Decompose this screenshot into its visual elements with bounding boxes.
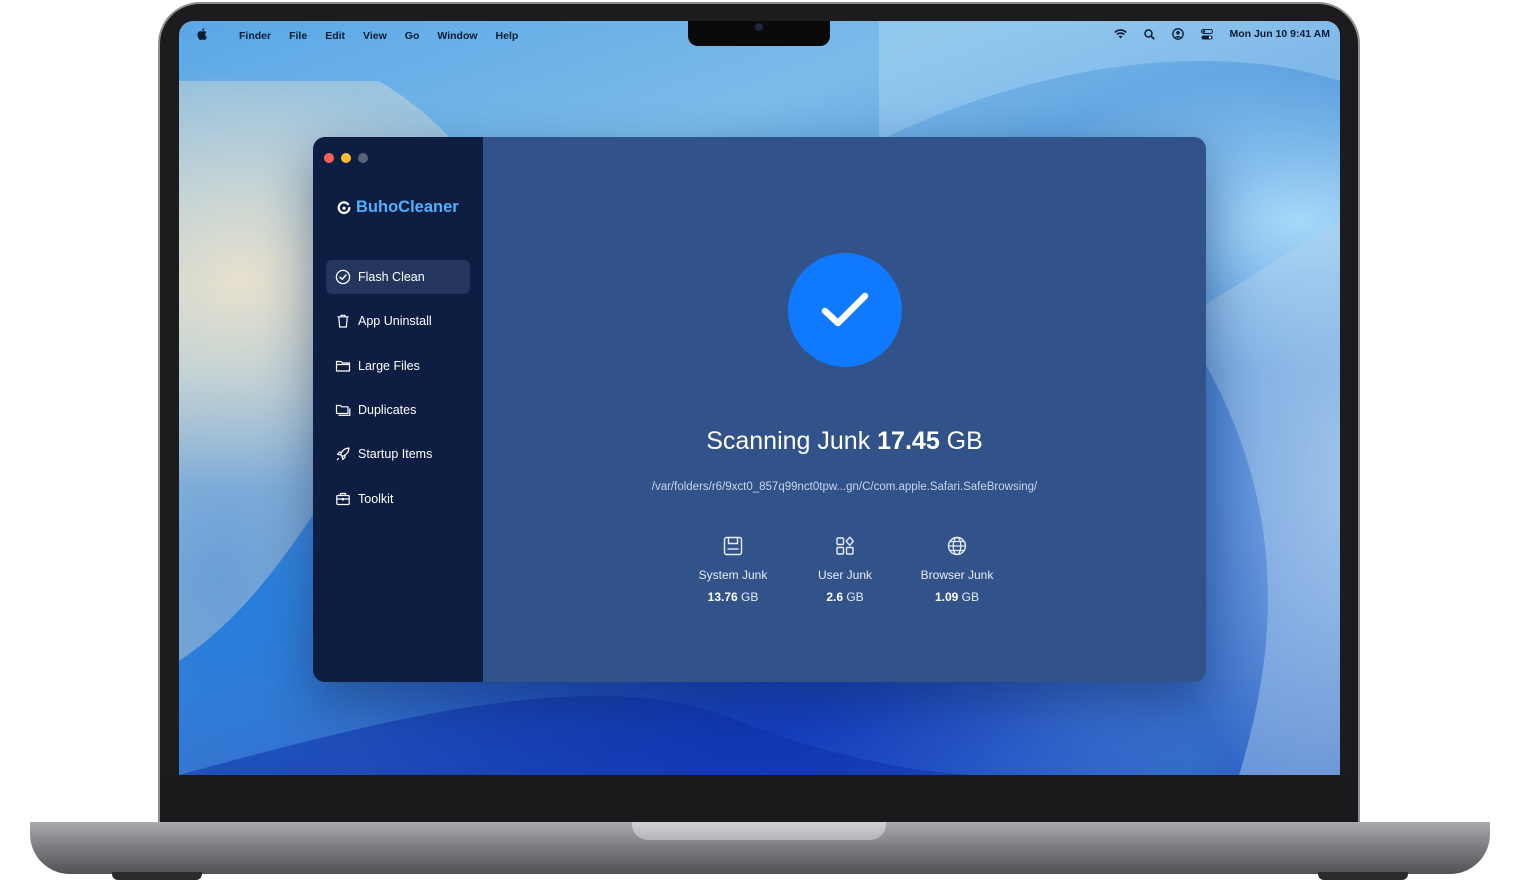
stat-unit: GB xyxy=(961,590,980,604)
menu-finder[interactable]: Finder xyxy=(239,30,271,42)
checkmark-icon xyxy=(821,292,869,327)
sidebar-item-flash-clean[interactable]: Flash Clean xyxy=(326,260,470,294)
scan-current-path: /var/folders/r6/9xct0_857q99nct0tpw...gn… xyxy=(651,481,1038,493)
menu-go[interactable]: Go xyxy=(405,30,420,42)
stat-label: System Junk xyxy=(698,568,768,582)
apps-grid-icon xyxy=(836,536,854,555)
stat-unit: GB xyxy=(741,590,759,604)
app-brand-name: BuhoCleaner xyxy=(356,198,459,216)
scan-total-unit: GB xyxy=(946,427,983,455)
sidebar: BuhoCleaner Flash Clean App Uninstall La… xyxy=(313,137,483,682)
menu-view[interactable]: View xyxy=(363,30,387,42)
sidebar-item-label: App Uninstall xyxy=(358,314,432,328)
laptop-foot-left xyxy=(112,872,202,880)
check-circle-icon xyxy=(335,269,351,285)
main-panel: Scanning Junk 17.45 GB /var/folders/r6/9… xyxy=(483,137,1206,682)
sidebar-item-startup-items[interactable]: Startup Items xyxy=(326,437,470,471)
sidebar-item-label: Toolkit xyxy=(358,492,394,506)
stat-number: 1.09 xyxy=(934,590,959,604)
laptop-foot-right xyxy=(1318,872,1408,880)
spotlight-search-icon[interactable] xyxy=(1144,28,1156,40)
buho-logo-icon xyxy=(337,200,351,214)
globe-icon xyxy=(947,536,967,556)
apple-menu[interactable] xyxy=(197,28,207,43)
sidebar-item-label: Startup Items xyxy=(358,447,433,461)
menu-edit[interactable]: Edit xyxy=(325,30,345,42)
stat-label: Browser Junk xyxy=(920,568,994,582)
stat-value: 1.09 GB xyxy=(901,590,1013,604)
app-brand: BuhoCleaner xyxy=(337,198,459,217)
stat-system-junk: System Junk 13.76 GB xyxy=(677,535,789,604)
sidebar-item-toolkit[interactable]: Toolkit xyxy=(326,482,470,516)
minimize-window-button[interactable] xyxy=(341,153,351,163)
stat-value: 2.6 GB xyxy=(789,590,901,604)
stat-number: 13.76 xyxy=(707,590,738,604)
scan-complete-badge xyxy=(788,253,902,367)
sidebar-item-app-uninstall[interactable]: App Uninstall xyxy=(326,304,470,338)
wifi-icon[interactable] xyxy=(1114,29,1128,39)
scan-status-title: Scanning Junk 17.45 GB xyxy=(483,427,1206,456)
stat-unit: GB xyxy=(846,590,864,604)
sidebar-item-duplicates[interactable]: Duplicates xyxy=(326,393,470,427)
sidebar-item-label: Flash Clean xyxy=(358,270,425,284)
sidebar-item-large-files[interactable]: Large Files xyxy=(326,349,470,383)
close-window-button[interactable] xyxy=(324,153,334,163)
laptop-chin xyxy=(160,775,1358,823)
control-center-icon[interactable] xyxy=(1201,28,1214,40)
menu-bar: Finder File Edit View Go Window Help Mon… xyxy=(179,21,1340,47)
stat-browser-junk: Browser Junk 1.09 GB xyxy=(901,535,1013,604)
menu-help[interactable]: Help xyxy=(496,30,519,42)
scan-status-prefix: Scanning Junk xyxy=(706,427,871,455)
stat-value: 13.76 GB xyxy=(677,590,789,604)
sidebar-item-label: Duplicates xyxy=(358,403,417,417)
trash-icon xyxy=(337,314,349,328)
disk-icon xyxy=(723,536,743,556)
zoom-window-button[interactable] xyxy=(358,153,368,163)
folder-icon xyxy=(335,360,351,372)
scan-total-size: 17.45 xyxy=(877,427,940,455)
stat-number: 2.6 xyxy=(826,590,843,604)
apple-icon xyxy=(197,28,207,40)
sidebar-item-label: Large Files xyxy=(358,359,420,373)
folders-icon xyxy=(335,404,351,416)
toolbox-icon xyxy=(336,492,350,506)
menubar-clock[interactable]: Mon Jun 10 9:41 AM xyxy=(1229,28,1330,40)
stat-label: User Junk xyxy=(817,568,873,582)
stat-user-junk: User Junk 2.6 GB xyxy=(789,535,901,604)
menu-window[interactable]: Window xyxy=(437,30,477,42)
user-account-icon[interactable] xyxy=(1172,28,1185,40)
laptop-base-notch xyxy=(632,822,886,840)
menu-file[interactable]: File xyxy=(289,30,307,42)
buhocleaner-window: BuhoCleaner Flash Clean App Uninstall La… xyxy=(313,137,1206,682)
rocket-icon xyxy=(336,447,350,461)
